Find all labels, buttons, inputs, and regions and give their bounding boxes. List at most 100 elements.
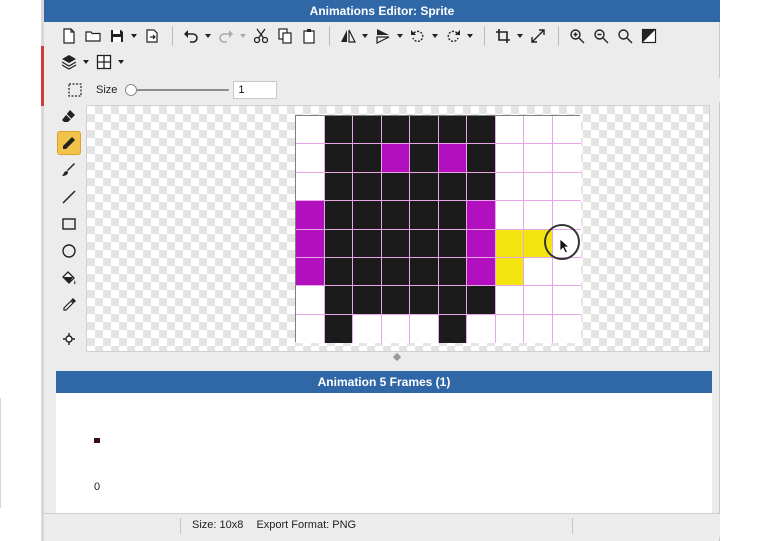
pixel-black[interactable]	[381, 257, 410, 287]
grid-icon[interactable]	[93, 51, 115, 73]
pixel-empty[interactable]	[552, 116, 581, 145]
marquee-select-icon[interactable]	[64, 79, 86, 101]
crop-caret[interactable]	[516, 25, 524, 47]
pixel-black[interactable]	[353, 172, 382, 202]
pixel-black[interactable]	[381, 116, 410, 145]
pixel-empty[interactable]	[296, 286, 325, 315]
pixel-black[interactable]	[353, 286, 382, 315]
pixel-empty[interactable]	[353, 314, 382, 343]
frame-thumbnail[interactable]	[94, 438, 100, 443]
pixel-empty[interactable]	[524, 201, 553, 230]
pixel-black[interactable]	[324, 286, 353, 315]
pixel-black[interactable]	[353, 116, 382, 145]
zoom-in-icon[interactable]	[566, 25, 588, 47]
size-slider[interactable]	[125, 83, 230, 97]
pixel-empty[interactable]	[495, 286, 524, 315]
pixel-black[interactable]	[410, 229, 439, 258]
pixel-empty[interactable]	[552, 144, 581, 173]
pixel-empty[interactable]	[495, 116, 524, 145]
pixel-empty[interactable]	[552, 314, 581, 343]
pixel-empty[interactable]	[410, 314, 439, 343]
pixel-black[interactable]	[438, 314, 467, 343]
pixel-black[interactable]	[353, 201, 382, 230]
rotate-cw-icon[interactable]	[442, 25, 464, 47]
pixel-black[interactable]	[324, 201, 353, 230]
pixel-black[interactable]	[381, 201, 410, 230]
undo-icon[interactable]	[180, 25, 202, 47]
export-icon[interactable]	[141, 25, 163, 47]
pixel-black[interactable]	[467, 144, 496, 173]
layers-icon[interactable]	[58, 51, 80, 73]
copy-icon[interactable]	[274, 25, 296, 47]
zoom-fit-icon[interactable]	[614, 25, 636, 47]
pixel-black[interactable]	[467, 116, 496, 145]
pixel-black[interactable]	[324, 144, 353, 173]
new-file-icon[interactable]	[58, 25, 80, 47]
redo-icon[interactable]	[215, 25, 237, 47]
pixel-black[interactable]	[410, 172, 439, 202]
open-folder-icon[interactable]	[82, 25, 104, 47]
flip-horizontal-caret[interactable]	[361, 25, 369, 47]
pixel-empty[interactable]	[467, 314, 496, 343]
toggle-transparency-icon[interactable]	[638, 25, 660, 47]
pixel-black[interactable]	[467, 172, 496, 202]
pixel-empty[interactable]	[524, 116, 553, 145]
pixel-black[interactable]	[324, 314, 353, 343]
pixel-black[interactable]	[410, 201, 439, 230]
pixel-magenta[interactable]	[467, 229, 496, 258]
pixel-black[interactable]	[438, 116, 467, 145]
pixel-black[interactable]	[438, 201, 467, 230]
pixel-empty[interactable]	[524, 286, 553, 315]
pixel-black[interactable]	[438, 229, 467, 258]
layers-dropdown-caret[interactable]	[82, 51, 90, 73]
pixel-empty[interactable]	[495, 201, 524, 230]
pixel-empty[interactable]	[495, 314, 524, 343]
tool-paint-bucket[interactable]	[57, 266, 81, 290]
pixel-empty[interactable]	[495, 144, 524, 173]
tool-ellipse[interactable]	[57, 239, 81, 263]
pixel-black[interactable]	[324, 172, 353, 202]
flip-horizontal-icon[interactable]	[337, 25, 359, 47]
zoom-out-icon[interactable]	[590, 25, 612, 47]
grid-dropdown-caret[interactable]	[117, 51, 125, 73]
pixel-black[interactable]	[438, 286, 467, 315]
pixel-magenta[interactable]	[467, 201, 496, 230]
pixel-black[interactable]	[353, 144, 382, 173]
tool-brush[interactable]	[57, 158, 81, 182]
pixel-black[interactable]	[410, 144, 439, 173]
save-icon[interactable]	[106, 25, 128, 47]
pixel-empty[interactable]	[524, 172, 553, 202]
tool-anchor-point[interactable]	[57, 327, 81, 351]
tool-pencil[interactable]	[57, 131, 81, 155]
pixel-empty[interactable]	[524, 314, 553, 343]
pixel-black[interactable]	[324, 257, 353, 287]
pixel-magenta[interactable]	[296, 229, 325, 258]
pixel-empty[interactable]	[524, 144, 553, 173]
pixel-empty[interactable]	[552, 257, 581, 287]
pixel-empty[interactable]	[524, 257, 553, 287]
pixel-black[interactable]	[410, 286, 439, 315]
pixel-empty[interactable]	[296, 172, 325, 202]
pixel-magenta[interactable]	[467, 257, 496, 287]
tool-eraser[interactable]	[57, 104, 81, 128]
rotate-cw-caret[interactable]	[466, 25, 474, 47]
pixel-empty[interactable]	[552, 286, 581, 315]
pixel-black[interactable]	[410, 257, 439, 287]
pixel-black[interactable]	[438, 257, 467, 287]
pixel-black[interactable]	[381, 172, 410, 202]
pixel-magenta[interactable]	[296, 257, 325, 287]
undo-dropdown-caret[interactable]	[204, 25, 212, 47]
tool-line[interactable]	[57, 185, 81, 209]
sprite-pixel-grid[interactable]	[295, 115, 581, 343]
pixel-empty[interactable]	[296, 116, 325, 145]
pixel-magenta[interactable]	[296, 201, 325, 230]
tool-eyedropper[interactable]	[57, 293, 81, 317]
pixel-empty[interactable]	[296, 144, 325, 173]
pixel-yellow[interactable]	[495, 257, 524, 287]
pixel-black[interactable]	[381, 286, 410, 315]
rotate-ccw-caret[interactable]	[431, 25, 439, 47]
redo-dropdown-caret[interactable]	[239, 25, 247, 47]
flip-vertical-icon[interactable]	[372, 25, 394, 47]
splitter-handle[interactable]	[392, 352, 402, 362]
rotate-ccw-icon[interactable]	[407, 25, 429, 47]
